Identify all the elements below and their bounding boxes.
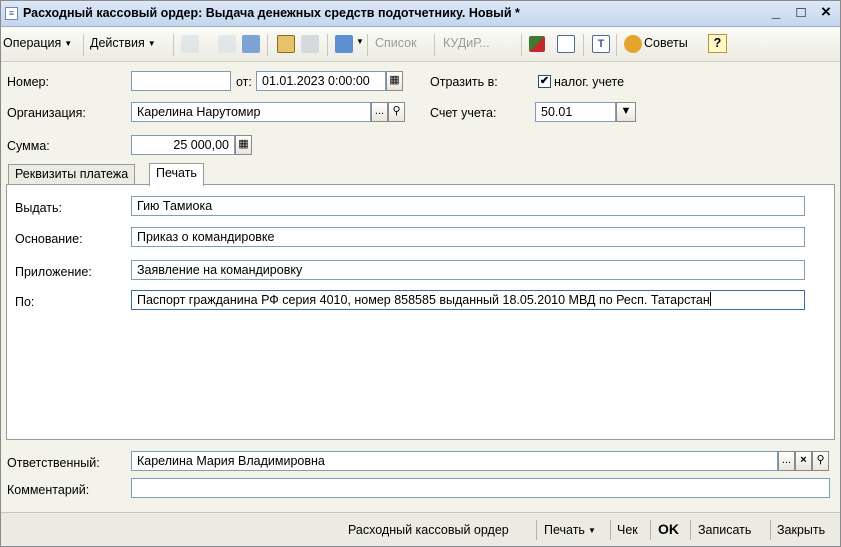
- actions-label: Действия: [90, 36, 145, 50]
- list-button[interactable]: Список: [375, 36, 417, 50]
- toolbar-separator: [610, 520, 611, 540]
- responsible-label: Ответственный:: [7, 456, 100, 470]
- minimize-button[interactable]: _: [766, 4, 786, 21]
- report-icon[interactable]: [557, 35, 575, 53]
- text-cursor: [709, 292, 711, 306]
- debit-credit-icon[interactable]: [529, 36, 545, 52]
- print-label: Печать: [544, 523, 585, 537]
- actions-menu-button[interactable]: Действия ▼: [90, 36, 156, 50]
- toolbar-separator: [536, 520, 537, 540]
- refresh-icon[interactable]: [242, 35, 260, 53]
- toolbar-separator: [650, 520, 651, 540]
- account-label: Счет учета:: [430, 106, 497, 120]
- by-document-value: Паспорт гражданина РФ серия 4010, номер …: [137, 293, 710, 307]
- number-input[interactable]: [131, 71, 231, 91]
- clear-icon[interactable]: ×: [795, 451, 812, 471]
- issue-to-input[interactable]: Гию Тамиока: [131, 196, 805, 216]
- tab-payment-details[interactable]: Реквизиты платежа: [8, 164, 136, 185]
- responsible-input[interactable]: Карелина Мария Владимировна: [131, 451, 778, 471]
- receipt-button[interactable]: Чек: [617, 523, 638, 537]
- comment-label: Комментарий:: [7, 483, 90, 497]
- by-document-label: По:: [15, 295, 35, 309]
- window-form-icon: ≡: [5, 7, 18, 20]
- close-button[interactable]: ×: [816, 2, 836, 22]
- date-prefix-label: от:: [236, 75, 252, 89]
- chevron-down-icon[interactable]: ▼: [356, 37, 364, 46]
- toolbar-separator: [690, 520, 691, 540]
- by-document-input[interactable]: Паспорт гражданина РФ серия 4010, номер …: [131, 290, 805, 310]
- maximize-button[interactable]: □: [791, 4, 811, 21]
- tab-print[interactable]: Печать: [149, 163, 204, 186]
- toolbar-separator: [616, 34, 617, 56]
- chevron-down-icon: ▼: [587, 526, 596, 535]
- title-bar: ≡ Расходный кассовый ордер: Выдача денеж…: [1, 1, 840, 27]
- basis-input[interactable]: Приказ о командировке: [131, 227, 805, 247]
- save-button[interactable]: Записать: [698, 523, 751, 537]
- text-format-icon[interactable]: T: [592, 35, 610, 53]
- post-document-icon[interactable]: [277, 35, 295, 53]
- issue-to-label: Выдать:: [15, 201, 63, 215]
- kudir-button[interactable]: КУДиР...: [443, 36, 490, 50]
- create-based-on-icon[interactable]: [335, 35, 353, 53]
- tax-accounting-checkbox[interactable]: ✔: [538, 75, 551, 88]
- toolbar-separator: [83, 34, 84, 56]
- search-icon[interactable]: ⚲: [812, 451, 829, 471]
- account-select[interactable]: 50.01: [535, 102, 616, 122]
- bottom-button-bar: Расходный кассовый ордер Печать ▼ Чек OK …: [1, 512, 840, 546]
- calendar-icon[interactable]: ▦: [386, 71, 403, 91]
- chevron-down-icon: ▼: [147, 39, 156, 48]
- tips-icon: [624, 35, 642, 53]
- insert-row-icon[interactable]: [181, 35, 199, 53]
- toolbar-separator: [267, 34, 268, 56]
- calculator-icon[interactable]: ▦: [235, 135, 252, 155]
- date-input[interactable]: 01.01.2023 0:00:00: [256, 71, 386, 91]
- toolbar-separator: [583, 34, 584, 56]
- toolbar-separator: [327, 34, 328, 56]
- operation-label: Операция: [3, 36, 62, 50]
- chevron-down-icon: ▼: [64, 39, 73, 48]
- attachment-input[interactable]: Заявление на командировку: [131, 260, 805, 280]
- close-form-button[interactable]: Закрыть: [777, 523, 825, 537]
- operation-menu-button[interactable]: Операция ▼: [3, 36, 72, 50]
- toolbar-separator: [367, 34, 368, 56]
- sum-input[interactable]: 25 000,00: [131, 135, 235, 155]
- select-ellipsis-button[interactable]: ...: [371, 102, 388, 122]
- organization-input[interactable]: Карелина Нарутомир: [131, 102, 371, 122]
- select-ellipsis-button[interactable]: ...: [778, 451, 795, 471]
- document-window: ≡ Расходный кассовый ордер: Выдача денеж…: [0, 0, 841, 547]
- toolbar-separator: [173, 34, 174, 56]
- basis-label: Основание:: [15, 232, 83, 246]
- tax-accounting-label: налог. учете: [554, 75, 625, 89]
- help-button[interactable]: ?: [708, 34, 727, 53]
- attachment-label: Приложение:: [15, 265, 92, 279]
- search-icon[interactable]: ⚲: [388, 102, 405, 122]
- toolbar-separator: [434, 34, 435, 56]
- window-title: Расходный кассовый ордер: Выдача денежны…: [23, 6, 520, 20]
- organization-label: Организация:: [7, 106, 86, 120]
- print-tab-panel: Выдать: Гию Тамиока Основание: Приказ о …: [6, 184, 835, 440]
- toolbar: Операция ▼ Действия ▼ ▼ Список КУДиР... T …: [1, 28, 840, 62]
- tips-button[interactable]: Советы: [644, 36, 688, 50]
- unpost-document-icon[interactable]: [301, 35, 319, 53]
- print-menu-button[interactable]: Печать ▼: [544, 523, 596, 537]
- sum-label: Сумма:: [7, 139, 50, 153]
- cash-order-print-button[interactable]: Расходный кассовый ордер: [348, 523, 509, 537]
- comment-input[interactable]: [131, 478, 830, 498]
- ok-button[interactable]: OK: [658, 521, 679, 537]
- copy-icon[interactable]: [218, 35, 236, 53]
- toolbar-separator: [521, 34, 522, 56]
- toolbar-separator: [770, 520, 771, 540]
- chevron-down-icon[interactable]: ▼: [616, 102, 636, 122]
- reflect-label: Отразить в:: [430, 75, 498, 89]
- number-label: Номер:: [7, 75, 49, 89]
